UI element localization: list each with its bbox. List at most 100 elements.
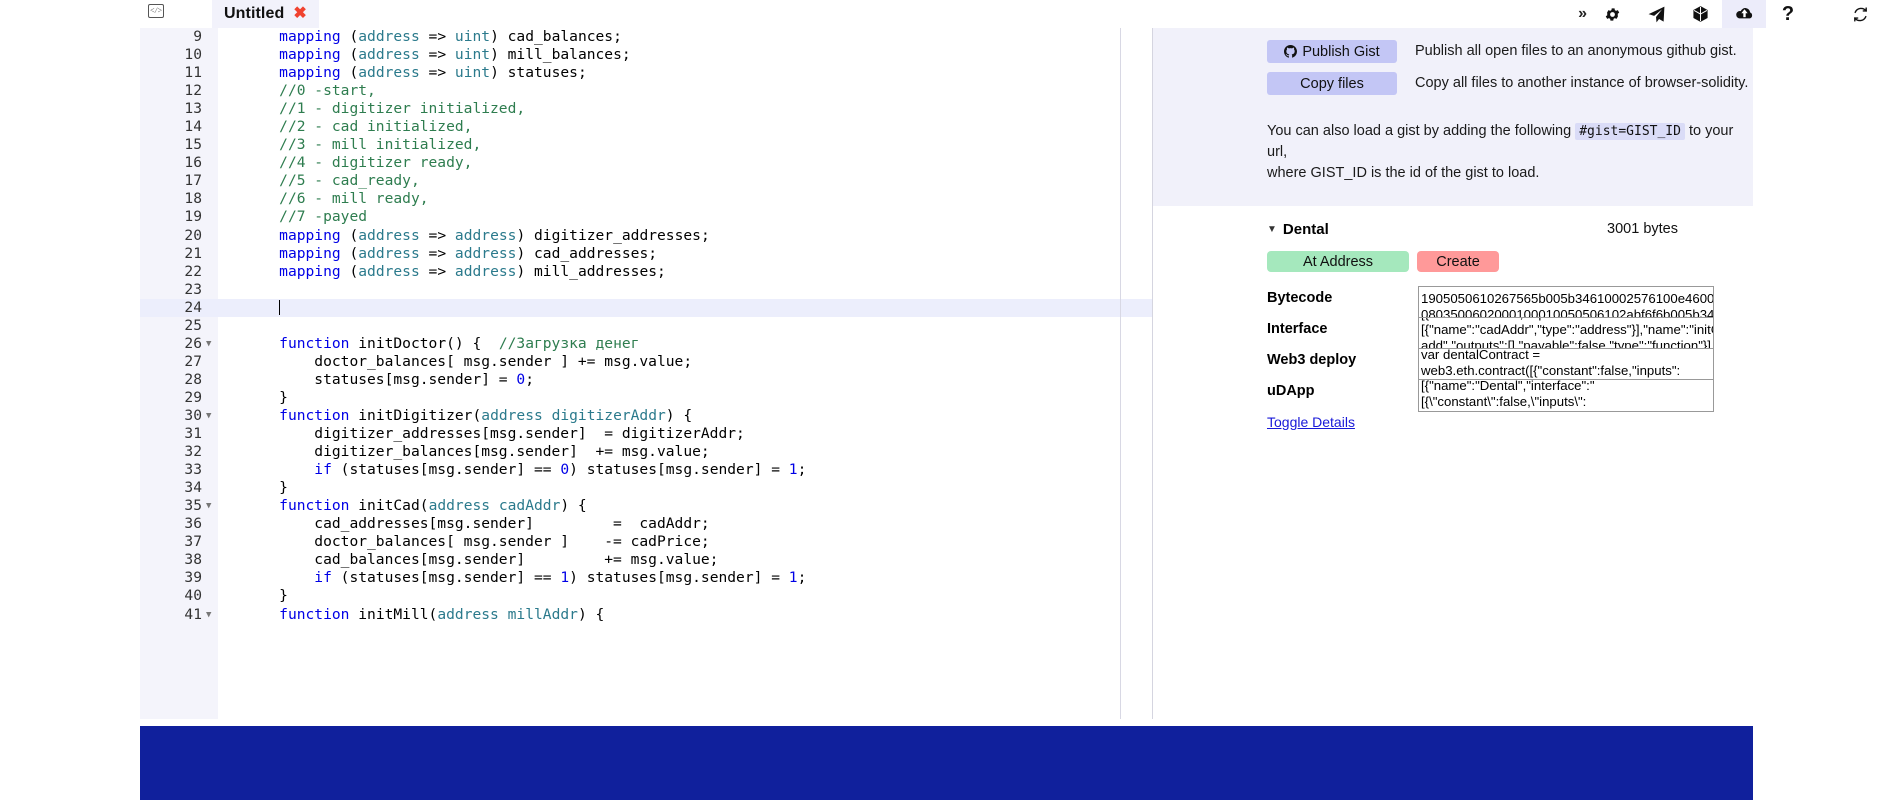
contract-field-label: Bytecode [1267,290,1333,306]
code-line[interactable]: 35 ▼ function initCad(address cadAddr) { [140,497,1153,515]
code-file-icon: </> [148,4,164,18]
fold-toggle-icon[interactable]: ▼ [206,497,216,515]
line-number: 20 [184,226,202,244]
line-number: 10 [184,46,202,64]
gear-icon[interactable] [1590,0,1634,28]
code-text: if (statuses[msg.sender] == 0) statuses[… [314,461,807,479]
code-text: //2 - cad initialized, [279,118,473,136]
code-line[interactable]: 21 mapping (address => address) cad_addr… [140,245,1153,263]
help-icon[interactable]: ? [1766,0,1810,28]
publish-gist-button[interactable]: Publish Gist [1267,40,1397,63]
code-line[interactable]: 34 } [140,479,1153,497]
line-number: 21 [184,244,202,262]
line-number: 29 [184,388,202,406]
code-text: digitizer_balances[msg.sender] += msg.va… [314,443,710,461]
tab-label: Untitled [224,5,285,22]
code-line[interactable]: 10 mapping (address => uint) mill_balanc… [140,46,1153,64]
code-lines-container[interactable]: 9 mapping (address => uint) cad_balances… [140,28,1153,726]
copy-files-button[interactable]: Copy files [1267,72,1397,95]
contract-field-row: uDApp [1153,379,1753,417]
sync-icon[interactable] [1840,0,1880,28]
tab-bar: </> Untitled ✖ » ? [0,0,1900,28]
github-glyph [1284,45,1298,58]
line-number: 12 [184,82,202,100]
contract-field-label: uDApp [1267,383,1315,399]
code-line[interactable]: 39 if (statuses[msg.sender] == 1) status… [140,569,1153,587]
code-line[interactable]: 12 //0 -start, [140,82,1153,100]
code-text: //0 -start, [279,82,376,100]
cube-icon[interactable] [1678,0,1722,28]
code-line[interactable]: 30 ▼ function initDigitizer(address digit… [140,407,1153,425]
code-line[interactable]: 18 //6 - mill ready, [140,190,1153,208]
code-line[interactable]: 29 } [140,389,1153,407]
editor-bottom-spacer [140,719,1153,726]
code-line[interactable]: 25 [140,317,1153,335]
editor-tab-untitled[interactable]: Untitled ✖ [212,0,319,28]
line-number: 16 [184,154,202,172]
chevron-double-right-icon[interactable]: » [1578,5,1590,23]
line-number: 26 [184,334,202,352]
code-text: statuses[msg.sender] = 0; [314,370,534,388]
contract-size: 3001 bytes [1607,221,1678,237]
code-text: //7 -payed [279,208,368,226]
code-text: //1 - digitizer initialized, [279,100,526,118]
gist-info-prefix: You can also load a gist by adding the f… [1267,123,1572,139]
line-number: 22 [184,262,202,280]
code-line[interactable]: 31 digitizer_addresses[msg.sender] = dig… [140,425,1153,443]
cloud-upload-icon[interactable] [1722,0,1766,28]
contract-field-value[interactable] [1418,348,1714,381]
code-text: function initDigitizer(address digitizer… [279,406,693,424]
line-number: 37 [184,533,202,551]
fold-toggle-icon[interactable]: ▼ [206,606,216,624]
code-line[interactable]: 41 ▼ function initMill(address millAddr) … [140,606,1153,624]
code-text: } [279,587,288,605]
code-text [244,299,281,317]
code-line[interactable]: 14 //2 - cad initialized, [140,118,1153,136]
chevron-down-icon[interactable]: ▼ [1267,224,1277,235]
line-number: 24 [184,298,202,316]
code-line[interactable]: 17 //5 - cad_ready, [140,172,1153,190]
code-line[interactable]: 16 //4 - digitizer ready, [140,154,1153,172]
code-line[interactable]: 26 ▼ function initDoctor() { //Загрузка д… [140,335,1153,353]
contract-field-value[interactable] [1418,379,1714,412]
code-text: //4 - digitizer ready, [279,154,473,172]
line-number: 27 [184,352,202,370]
line-number: 25 [184,316,202,334]
code-line[interactable]: 27 doctor_balances[ msg.sender ] += msg.… [140,353,1153,371]
create-button[interactable]: Create [1417,251,1499,272]
code-line[interactable]: 23 [140,281,1153,299]
code-line[interactable]: 11 mapping (address => uint) statuses; [140,64,1153,82]
github-icon [1284,45,1298,58]
contract-field-value[interactable] [1418,317,1714,350]
code-line[interactable]: 13 //1 - digitizer initialized, [140,100,1153,118]
code-line[interactable]: 15 //3 - mill initialized, [140,136,1153,154]
code-line[interactable]: 9 mapping (address => uint) cad_balances… [140,28,1153,46]
code-line[interactable]: 33 if (statuses[msg.sender] == 0) status… [140,461,1153,479]
line-number: 15 [184,136,202,154]
line-number: 14 [184,118,202,136]
toggle-details-link[interactable]: Toggle Details [1267,414,1355,430]
code-line[interactable]: 22 mapping (address => address) mill_add… [140,263,1153,281]
code-line[interactable]: 28 statuses[msg.sender] = 0; [140,371,1153,389]
contract-field-value[interactable] [1418,286,1714,319]
code-line[interactable]: 40 } [140,587,1153,605]
fold-toggle-icon[interactable]: ▼ [206,407,216,425]
code-line[interactable]: 37 doctor_balances[ msg.sender ] -= cadP… [140,533,1153,551]
contract-header[interactable]: ▼ Dental [1267,221,1329,238]
cube-glyph [1692,6,1708,22]
line-number: 11 [184,64,202,82]
code-line[interactable]: 19 //7 -payed [140,208,1153,226]
code-line[interactable]: 38 cad_balances[msg.sender] += msg.value… [140,551,1153,569]
code-editor[interactable]: 9 mapping (address => uint) cad_balances… [140,28,1153,726]
at-address-button[interactable]: At Address [1267,251,1409,272]
paper-plane-icon[interactable] [1634,0,1678,28]
contract-section: ▼ Dental 3001 bytes At Address Create By… [1153,206,1753,626]
line-number: 19 [184,208,202,226]
code-line[interactable]: 36 cad_addresses[msg.sender] = cadAddr; [140,515,1153,533]
fold-toggle-icon[interactable]: ▼ [206,335,216,353]
copy-files-description: Copy all files to another instance of br… [1415,75,1749,91]
close-icon[interactable]: ✖ [293,6,306,22]
code-line[interactable]: 24 [140,298,1153,317]
code-line[interactable]: 20 mapping (address => address) digitize… [140,227,1153,245]
code-line[interactable]: 32 digitizer_balances[msg.sender] += msg… [140,443,1153,461]
